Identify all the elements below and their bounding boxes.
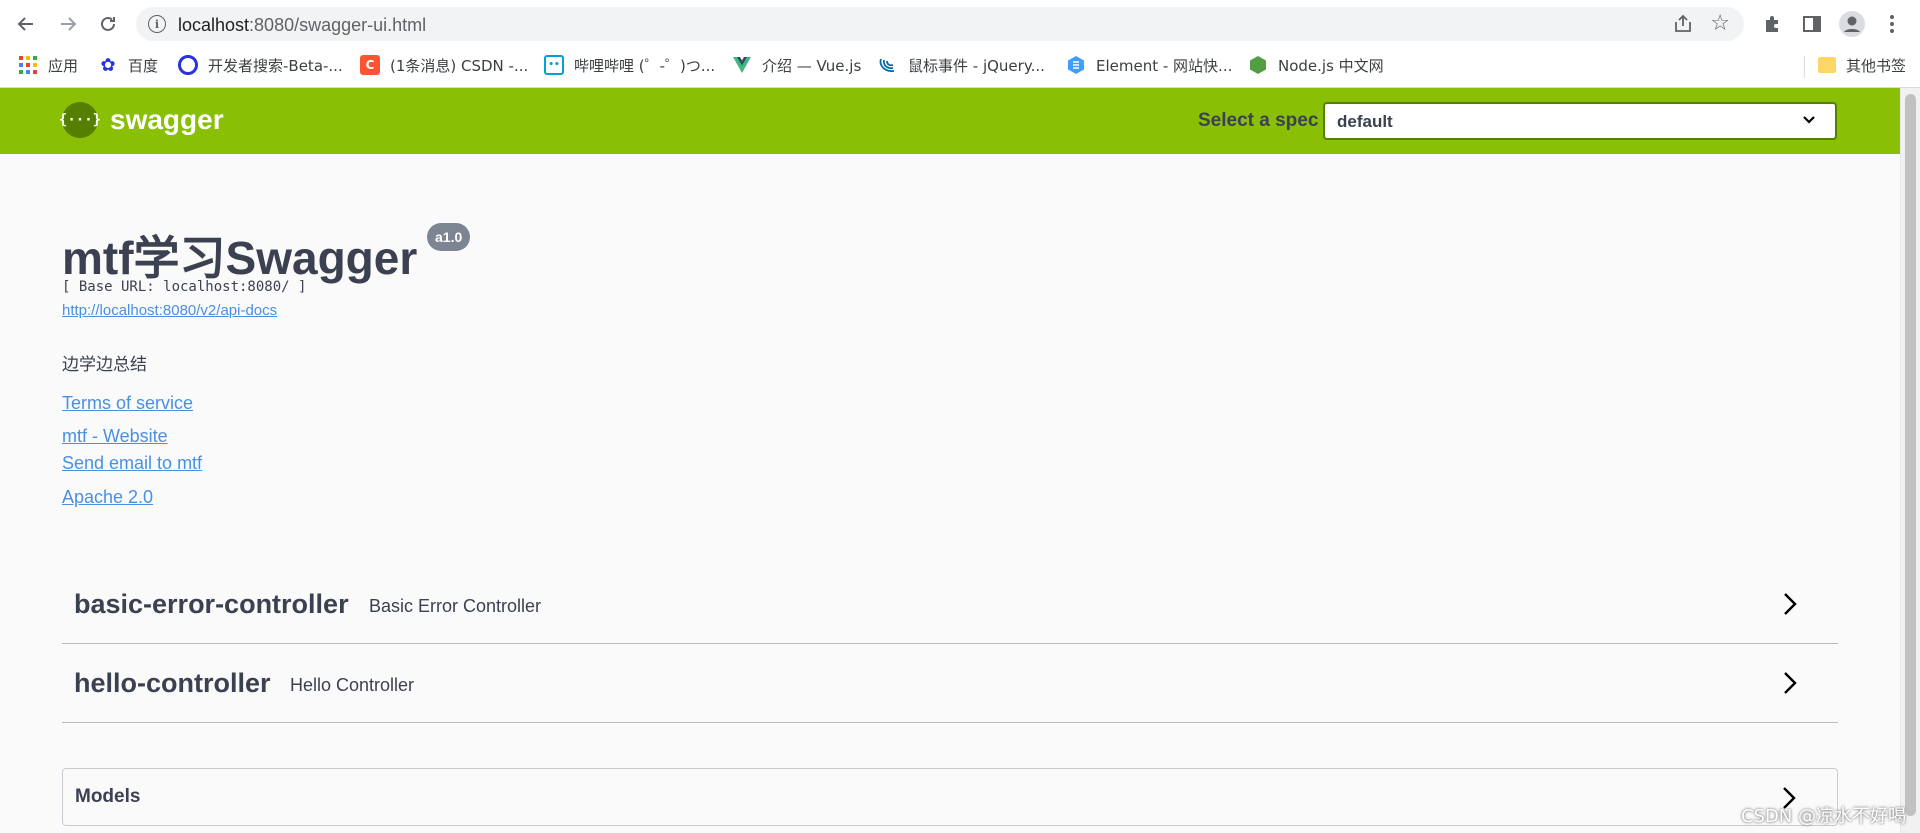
bookmark-apps[interactable]: 应用 <box>18 48 78 82</box>
tag-name: hello-controller <box>74 668 271 698</box>
bookmark-dev-search[interactable]: 开发者搜索-Beta-... <box>178 48 343 82</box>
swagger-logo-icon: {···} <box>59 102 101 138</box>
csdn-watermark: CSDN @凉水不好喝 <box>1740 806 1906 827</box>
models-section[interactable]: Models <box>62 768 1838 826</box>
site-info-icon[interactable]: i <box>148 15 166 33</box>
bookmark-baidu[interactable]: ✿ 百度 <box>98 48 158 82</box>
license-link[interactable]: Apache 2.0 <box>62 487 153 508</box>
terms-of-service-link[interactable]: Terms of service <box>62 393 193 414</box>
bookmarks-bar: 应用 ✿ 百度 开发者搜索-Beta-... C (1条消息) CSDN -..… <box>0 48 1920 88</box>
swagger-logo-text: swagger <box>110 104 224 135</box>
bookmark-other[interactable]: 其他书签 <box>1818 48 1906 82</box>
chevron-down-icon <box>1803 116 1815 124</box>
page-scrollbar[interactable] <box>1900 88 1920 833</box>
bookmark-bilibili[interactable]: •• 哔哩哔哩 (゜-゜)つ... <box>544 48 715 82</box>
bookmark-star-icon[interactable]: ☆ <box>1710 11 1730 35</box>
spec-select-value: default <box>1337 112 1393 131</box>
forward-button[interactable] <box>52 8 84 40</box>
browser-menu-icon[interactable] <box>1878 10 1906 38</box>
email-link[interactable]: Send email to mtf <box>62 453 202 474</box>
api-description: 边学边总结 <box>62 355 147 375</box>
bookmarks-divider <box>1804 56 1805 78</box>
bookmark-vue[interactable]: 介绍 — Vue.js <box>732 48 861 82</box>
browser-chrome: i localhost:8080/swagger-ui.html ☆ 应用 ✿ … <box>0 0 1920 88</box>
tag-description: Hello Controller <box>290 675 415 695</box>
back-button[interactable] <box>10 8 42 40</box>
reload-button[interactable] <box>92 8 124 40</box>
browser-toolbar: i localhost:8080/swagger-ui.html ☆ <box>0 0 1920 48</box>
tag-description: Basic Error Controller <box>369 596 542 616</box>
side-panel-icon[interactable] <box>1798 10 1826 38</box>
bookmark-nodejs[interactable]: Node.js 中文网 <box>1248 48 1384 82</box>
tag-name: basic-error-controller <box>74 589 349 619</box>
reload-icon <box>101 16 115 31</box>
dev-search-icon <box>178 55 198 75</box>
tag-basic-error-controller[interactable]: basic-error-controller Basic Error Contr… <box>62 565 1838 644</box>
website-link[interactable]: mtf - Website <box>62 426 168 447</box>
spec-select[interactable]: default <box>1323 102 1837 140</box>
element-logo-icon <box>1068 56 1084 74</box>
select-spec-label: Select a spec <box>1198 110 1319 131</box>
jquery-logo-icon <box>879 58 895 72</box>
baidu-paw-icon: ✿ <box>100 54 116 76</box>
csdn-icon: C <box>360 55 380 75</box>
nodejs-hexagon-icon <box>1250 56 1266 74</box>
swagger-topbar: {···} swagger Select a spec default <box>0 88 1900 154</box>
chevron-right-icon[interactable] <box>1780 591 1800 617</box>
bilibili-tv-icon: •• <box>544 55 564 75</box>
bookmark-element[interactable]: Element - 网站快... <box>1066 48 1232 82</box>
vue-logo-icon <box>733 57 751 73</box>
models-title: Models <box>75 786 141 807</box>
apps-grid-icon <box>19 56 37 74</box>
folder-icon <box>1818 57 1836 73</box>
tag-hello-controller[interactable]: hello-controller Hello Controller <box>62 644 1838 723</box>
version-badge: a1.0 <box>427 223 471 251</box>
api-docs-link[interactable]: http://localhost:8080/v2/api-docs <box>62 302 277 319</box>
swagger-logo[interactable]: {···} swagger <box>59 102 224 138</box>
scrollbar-thumb[interactable] <box>1905 94 1916 816</box>
share-icon[interactable] <box>1672 13 1694 35</box>
profile-avatar-icon[interactable] <box>1838 10 1866 38</box>
bookmark-jquery[interactable]: 鼠标事件 - jQuery... <box>878 48 1045 82</box>
base-url: [ Base URL: localhost:8080/ ] <box>62 279 307 295</box>
arrow-right-icon <box>61 17 77 31</box>
bookmark-csdn[interactable]: C (1条消息) CSDN -... <box>360 48 528 82</box>
chevron-right-icon[interactable] <box>1780 670 1800 696</box>
address-url[interactable]: localhost:8080/swagger-ui.html <box>178 15 426 36</box>
extensions-icon[interactable] <box>1758 10 1786 38</box>
address-bar[interactable]: i localhost:8080/swagger-ui.html ☆ <box>136 7 1744 41</box>
arrow-left-icon <box>17 17 33 31</box>
